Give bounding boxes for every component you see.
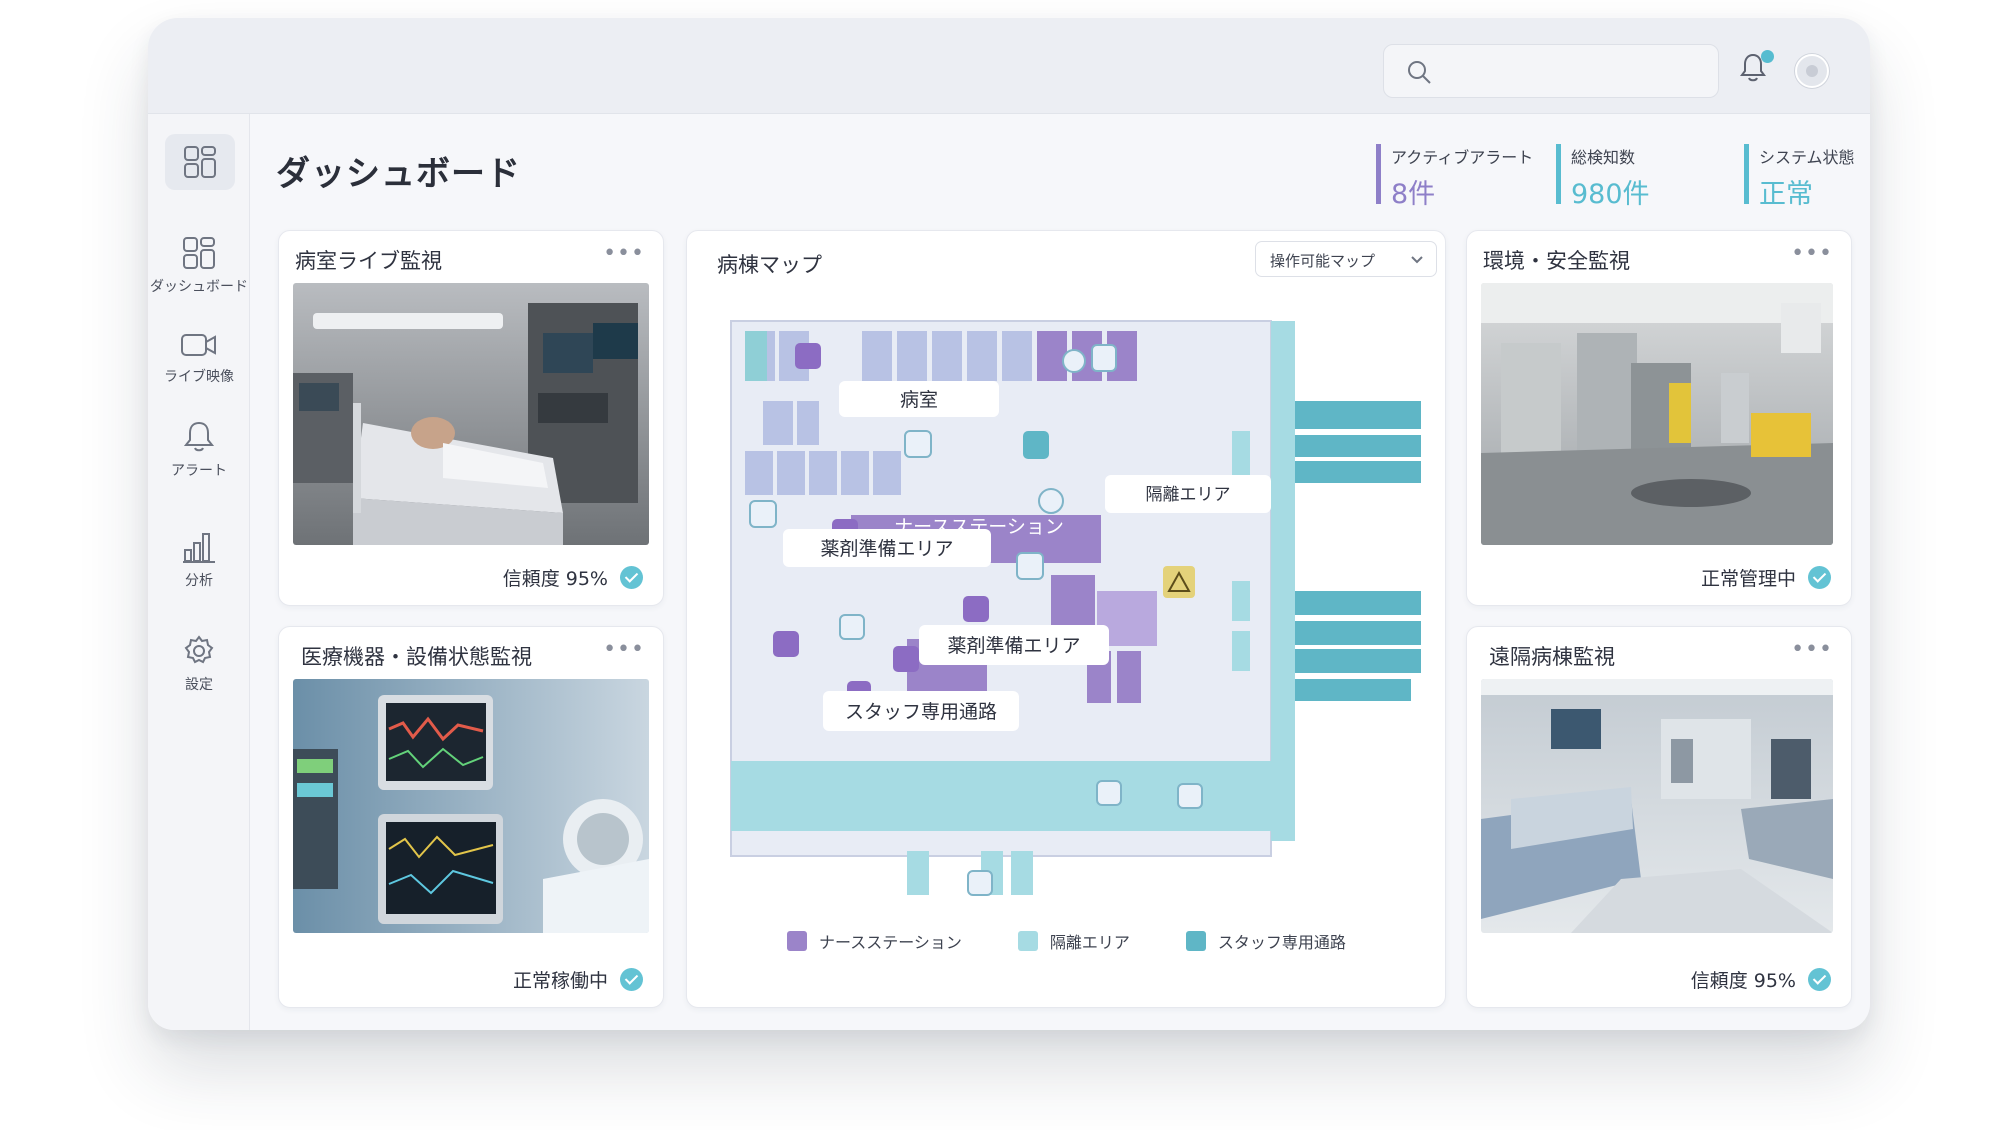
staff-marker-icon: [773, 631, 799, 657]
legend-label: 隔離エリア: [1049, 933, 1130, 952]
status-text: 信頼度 95%: [503, 564, 643, 591]
stat-value: 正常: [1759, 179, 1813, 210]
sidebar-item-label: 設定: [185, 677, 213, 693]
up-arrow-icon: [1177, 783, 1203, 809]
notification-badge: [1761, 50, 1774, 63]
status-text: 正常稼働中: [513, 966, 643, 993]
bar-chart-icon: [183, 533, 215, 563]
stat-value: 8件: [1391, 179, 1436, 210]
chevron-down-icon: [1411, 256, 1423, 264]
map-type-select[interactable]: 操作可能マップ: [1255, 241, 1437, 277]
bed-marker-icon: [1096, 780, 1122, 806]
pharmacy-area-label: 薬剤準備エリア: [947, 635, 1080, 657]
floor-plan-map[interactable]: 病室 ナースステーション 隔離エリア 薬剤準備エリア 薬剤準備エリア スタッフ専…: [687, 291, 1447, 931]
environment-status: 正常管理中: [1700, 568, 1796, 590]
isolation-area-label: 隔離エリア: [1146, 485, 1231, 505]
card-title: 病棟マップ: [717, 253, 822, 277]
ward-map-card: 病棟マップ 操作可能マップ 病室 ナースステーション 隔離エリア 薬剤準備エリア…: [686, 230, 1446, 1008]
sidebar-item-dashboard[interactable]: ダッシュボード: [148, 236, 250, 296]
video-camera-icon: [181, 334, 216, 356]
sidebar-home-button[interactable]: [165, 134, 235, 190]
more-options-icon[interactable]: •••: [603, 637, 645, 662]
legend-label: ナースステーション: [819, 933, 962, 952]
sidebar: ダッシュボード ライブ映像 アラート 分析 設定: [148, 114, 250, 1030]
warning-marker[interactable]: [1163, 566, 1195, 598]
map-type-value: 操作可能マップ: [1270, 252, 1376, 270]
operation-status: 正常稼働中: [512, 970, 608, 992]
app-window: ダッシュボード ライブ映像 アラート 分析 設定 ダッシュボード アクティブアラ…: [148, 18, 1870, 1030]
staff-marker-icon: [963, 596, 989, 622]
gear-icon: [184, 635, 214, 664]
sidebar-item-live-video[interactable]: ライブ映像: [148, 330, 250, 386]
sidebar-item-label: アラート: [171, 463, 227, 479]
more-options-icon[interactable]: •••: [1791, 637, 1833, 662]
person-icon: [1062, 349, 1086, 373]
card-title: 環境・安全監視: [1483, 249, 1630, 273]
stat-label: システム状態: [1759, 148, 1855, 167]
legend-item: スタッフ専用通路: [1185, 929, 1346, 953]
info-marker-icon: [1023, 431, 1049, 459]
dashboard-icon: [183, 237, 215, 269]
environment-card: 環境・安全監視 ••• 正常管理中: [1466, 230, 1852, 606]
status-text: 信頼度 95%: [1691, 966, 1831, 993]
stat-active-alerts: アクティブアラート 8件: [1376, 144, 1534, 210]
remote-ward-card: 遠隔病棟監視 ••• 信頼度 95%: [1466, 626, 1852, 1008]
search-icon: [1408, 61, 1431, 84]
staff-marker-icon: [795, 343, 821, 369]
bed-marker-icon: [749, 500, 777, 528]
card-title: 医療機器・設備状態監視: [301, 645, 532, 669]
bed-marker-icon: [1016, 552, 1044, 580]
pharmacy-area-label: 薬剤準備エリア: [820, 538, 953, 560]
legend-item: 隔離エリア: [1017, 929, 1130, 953]
more-options-icon[interactable]: •••: [603, 241, 645, 266]
status-text: 正常管理中: [1701, 564, 1831, 591]
stat-value: 980件: [1571, 179, 1650, 210]
bed-marker-icon: [904, 430, 932, 458]
stat-total-detections: 総検知数 980件: [1556, 144, 1650, 210]
check-circle-icon: [620, 566, 643, 589]
confidence-text: 信頼度 95%: [502, 568, 608, 590]
stat-label: アクティブアラート: [1391, 148, 1534, 167]
remote-ward-camera-feed[interactable]: [1481, 679, 1833, 933]
bell-icon: [183, 421, 215, 452]
stat-system-status: システム状態 正常: [1744, 144, 1855, 210]
page-title: ダッシュボード: [276, 154, 521, 194]
ward-camera-feed[interactable]: [293, 283, 649, 545]
equipment-camera-feed[interactable]: [293, 679, 649, 933]
legend-label: スタッフ専用通路: [1217, 933, 1346, 952]
bed-marker-icon: [839, 614, 865, 640]
sidebar-item-settings[interactable]: 設定: [148, 634, 250, 694]
stat-label: 総検知数: [1571, 148, 1636, 167]
legend-swatch: [787, 931, 807, 951]
more-options-icon[interactable]: •••: [1791, 241, 1833, 266]
up-arrow-icon: [1038, 488, 1064, 514]
check-circle-icon: [1808, 566, 1831, 589]
card-title: 遠隔病棟監視: [1489, 645, 1615, 669]
sidebar-item-label: 分析: [185, 573, 213, 589]
top-bar: [148, 18, 1870, 114]
map-legend: ナースステーション 隔離エリア スタッフ専用通路: [787, 929, 1376, 953]
dashboard-icon: [184, 146, 216, 178]
card-title: 病室ライブ監視: [295, 249, 442, 273]
sidebar-item-analytics[interactable]: 分析: [148, 530, 250, 590]
ward-live-card: 病室ライブ監視 ••• 信頼度 95%: [278, 230, 664, 606]
bed-marker-icon: [967, 870, 993, 896]
exit-arrow-icon: [1091, 344, 1117, 372]
search-input[interactable]: [1383, 44, 1719, 98]
avatar[interactable]: [1795, 54, 1829, 88]
equipment-card: 医療機器・設備状態監視 ••• 正常稼働中: [278, 626, 664, 1008]
check-circle-icon: [620, 968, 643, 991]
staff-marker-icon: [893, 646, 919, 672]
legend-swatch: [1185, 931, 1206, 951]
sidebar-item-alerts[interactable]: アラート: [148, 420, 250, 480]
sidebar-item-label: ダッシュボード: [150, 279, 248, 295]
legend-swatch: [1017, 931, 1038, 951]
staff-corridor-label: スタッフ専用通路: [845, 701, 997, 723]
check-circle-icon: [1808, 968, 1831, 991]
legend-item: ナースステーション: [787, 929, 962, 953]
sidebar-item-label: ライブ映像: [164, 369, 234, 385]
room-label: 病室: [900, 389, 938, 411]
confidence-text: 信頼度 95%: [1690, 970, 1796, 992]
environment-camera-feed[interactable]: [1481, 283, 1833, 545]
